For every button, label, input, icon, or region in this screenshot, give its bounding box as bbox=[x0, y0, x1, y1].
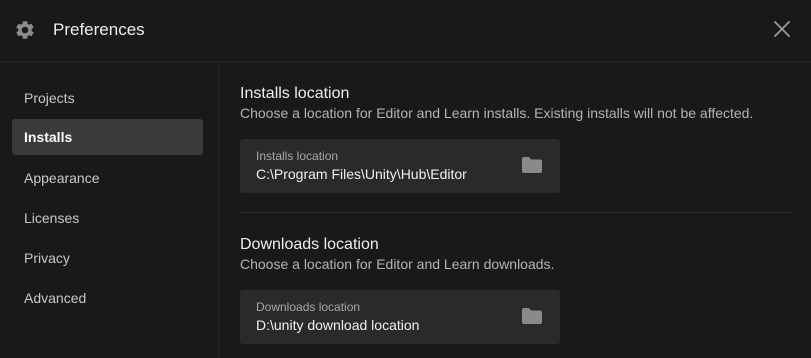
sidebar-item-label: Installs bbox=[24, 129, 73, 145]
downloads-location-field[interactable]: Downloads location D:\unity download loc… bbox=[240, 290, 560, 344]
sidebar-item-label: Privacy bbox=[24, 250, 70, 266]
downloads-field-label: Downloads location bbox=[256, 300, 361, 314]
sidebar-item-licenses[interactable]: Licenses bbox=[12, 200, 203, 236]
installs-field-label: Installs location bbox=[256, 149, 339, 163]
preferences-content: Installs location Choose a location for … bbox=[220, 62, 811, 358]
sidebar-item-label: Projects bbox=[24, 90, 75, 106]
sidebar-item-appearance[interactable]: Appearance bbox=[12, 160, 203, 196]
sidebar-item-installs[interactable]: Installs bbox=[12, 119, 203, 155]
sidebar-item-label: Licenses bbox=[24, 210, 80, 226]
dialog-header: Preferences bbox=[0, 0, 811, 62]
dialog-title: Preferences bbox=[53, 20, 145, 39]
sidebar-item-privacy[interactable]: Privacy bbox=[12, 240, 203, 276]
sidebar-item-label: Advanced bbox=[24, 290, 87, 306]
section-divider bbox=[240, 212, 791, 213]
downloads-section-title: Downloads location bbox=[240, 236, 379, 253]
close-icon[interactable] bbox=[772, 19, 792, 39]
gear-icon bbox=[16, 21, 34, 39]
sidebar-item-advanced[interactable]: Advanced bbox=[12, 280, 203, 316]
downloads-section-description: Choose a location for Editor and Learn d… bbox=[240, 256, 555, 272]
installs-section-description: Choose a location for Editor and Learn i… bbox=[240, 105, 754, 121]
sidebar-item-label: Appearance bbox=[24, 170, 100, 186]
sidebar-item-projects[interactable]: Projects bbox=[12, 80, 203, 116]
installs-section-title: Installs location bbox=[240, 85, 350, 102]
preferences-sidebar: Projects Installs Appearance Licenses Pr… bbox=[0, 62, 219, 358]
folder-icon[interactable] bbox=[521, 156, 543, 174]
installs-location-field[interactable]: Installs location C:\Program Files\Unity… bbox=[240, 139, 560, 193]
installs-field-value: C:\Program Files\Unity\Hub\Editor bbox=[256, 166, 467, 182]
folder-icon[interactable] bbox=[521, 307, 543, 325]
downloads-field-value: D:\unity download location bbox=[256, 317, 420, 333]
